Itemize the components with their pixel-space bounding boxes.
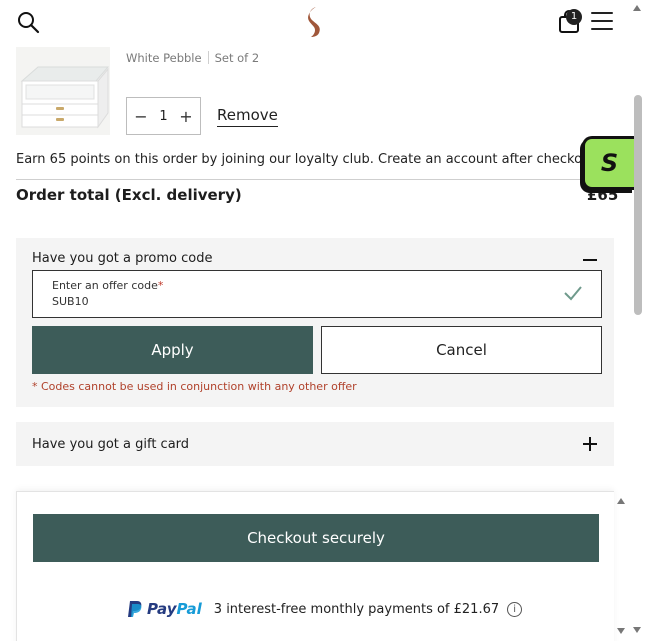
scroll-down-arrow[interactable] <box>633 627 641 633</box>
cart-count-badge: 1 <box>566 9 582 25</box>
expand-icon[interactable] <box>583 437 597 451</box>
scrollbar-thumb[interactable] <box>634 95 642 315</box>
decrease-quantity-button[interactable]: − <box>134 107 148 126</box>
collapse-icon[interactable] <box>583 259 597 261</box>
promo-code-panel: Have you got a promo code Enter an offer… <box>16 238 614 407</box>
search-icon[interactable] <box>16 10 40 34</box>
gift-card-toggle[interactable]: Have you got a gift card <box>32 437 189 452</box>
product-image <box>16 47 110 135</box>
cancel-button[interactable]: Cancel <box>321 326 602 374</box>
panel-scroll-up-arrow[interactable] <box>617 498 625 504</box>
increase-quantity-button[interactable]: + <box>179 107 193 126</box>
brand-logo[interactable] <box>306 6 324 38</box>
quantity-stepper: − 1 + <box>126 97 201 135</box>
scroll-up-arrow[interactable] <box>633 5 641 11</box>
remove-link[interactable]: Remove <box>217 106 278 127</box>
offer-code-input[interactable]: Enter an offer code* SUB10 <box>32 270 602 318</box>
required-mark: * <box>157 279 164 292</box>
paypal-logo: PayPal <box>127 600 202 618</box>
promo-code-toggle[interactable]: Have you got a promo code <box>32 251 212 266</box>
paypal-installments: PayPal 3 interest-free monthly payments … <box>127 600 523 618</box>
menu-icon[interactable] <box>591 12 613 32</box>
paypal-icon <box>128 601 142 617</box>
offer-code-value[interactable]: SUB10 <box>52 295 89 308</box>
variant-divider <box>207 51 209 64</box>
promo-note: * Codes cannot be used in conjunction wi… <box>32 380 357 393</box>
paypal-wordmark-pal: Pal <box>176 600 202 618</box>
gift-card-panel[interactable]: Have you got a gift card <box>16 422 614 466</box>
checkout-button[interactable]: Checkout securely <box>33 514 599 562</box>
checkout-panel: Checkout securely PayPal 3 interest-free… <box>16 491 614 641</box>
order-total-label: Order total (Excl. delivery) <box>16 186 242 204</box>
product-variant: White Pebble Set of 2 <box>126 51 259 65</box>
product-set: Set of 2 <box>214 51 260 65</box>
offer-code-label-text: Enter an offer code <box>52 279 158 292</box>
offer-code-label: Enter an offer code* <box>52 279 163 292</box>
paypal-installments-text: 3 interest-free monthly payments of £21.… <box>213 601 500 617</box>
paypal-wordmark-pay: Pay <box>147 600 177 618</box>
product-colour: White Pebble <box>126 51 202 65</box>
loyalty-badge[interactable]: S <box>582 136 634 190</box>
check-icon <box>563 284 583 302</box>
header: 1 <box>0 0 630 44</box>
panel-scroll-down-arrow[interactable] <box>617 628 625 634</box>
divider <box>16 179 614 180</box>
apply-button[interactable]: Apply <box>32 326 313 374</box>
loyalty-message: Earn 65 points on this order by joining … <box>16 152 600 167</box>
info-icon[interactable]: i <box>507 601 523 617</box>
quantity-value[interactable]: 1 <box>159 109 167 124</box>
